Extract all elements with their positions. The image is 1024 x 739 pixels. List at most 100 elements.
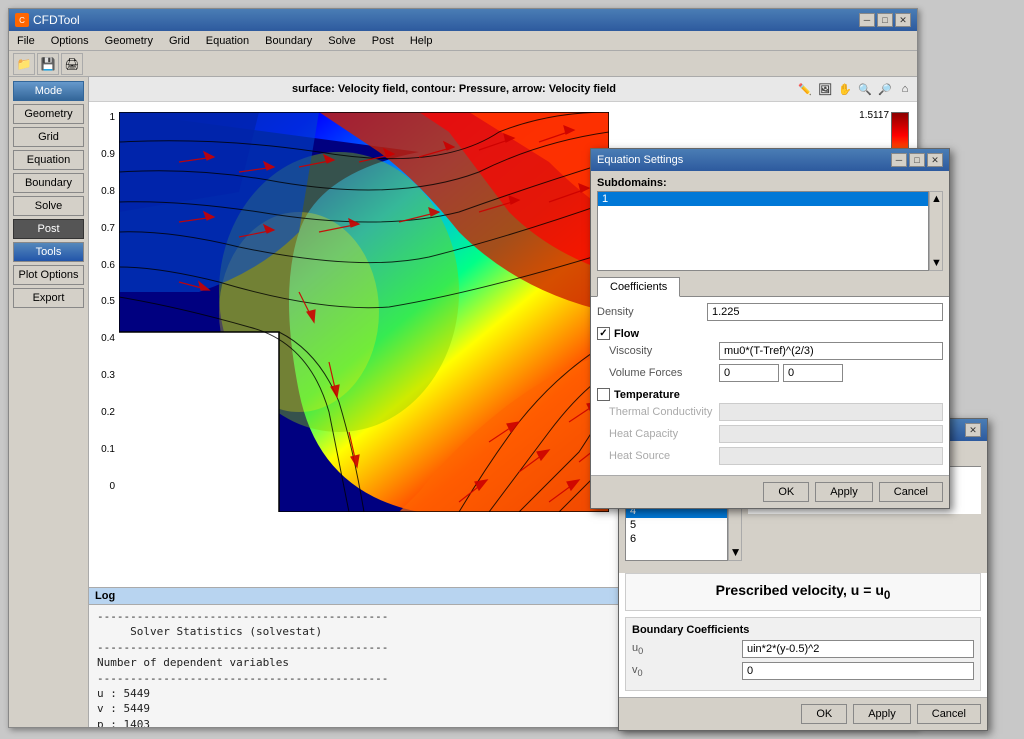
boundary-scroll-down[interactable]: ▼ xyxy=(730,545,740,559)
menu-post[interactable]: Post xyxy=(368,34,398,48)
thermal-conductivity-value xyxy=(719,403,943,421)
boundary-item-6[interactable]: 6 xyxy=(626,532,727,546)
eq-close-button[interactable]: ✕ xyxy=(927,153,943,167)
u0-label: u0 xyxy=(632,642,742,656)
colorbar-max-value: 1.5117 xyxy=(859,110,889,121)
y-label-09: 0.9 xyxy=(89,149,117,160)
density-value[interactable] xyxy=(707,303,943,321)
eq-minimize-button[interactable]: ─ xyxy=(891,153,907,167)
sidebar-post[interactable]: Post xyxy=(13,219,84,239)
toolbar: 📁 💾 🖨 xyxy=(9,51,917,77)
volume-forces-label: Volume Forces xyxy=(609,367,719,379)
y-label-0: 0 xyxy=(89,481,117,492)
subdomains-label: Subdomains: xyxy=(597,177,943,189)
eq-maximize-button[interactable]: □ xyxy=(909,153,925,167)
menu-options[interactable]: Options xyxy=(47,34,93,48)
tab-coefficients[interactable]: Coefficients xyxy=(597,277,680,297)
bc-close-button[interactable]: ✕ xyxy=(965,423,981,437)
viscosity-row: Viscosity xyxy=(597,342,943,360)
temperature-label: Temperature xyxy=(614,389,680,401)
main-titlebar: C CFDTool ─ □ ✕ xyxy=(9,9,917,31)
flow-label: Flow xyxy=(614,328,639,340)
bc-apply-button[interactable]: Apply xyxy=(853,704,911,724)
boundary-coefficients-section: Boundary Coefficients u0 v0 xyxy=(625,617,981,691)
volume-forces-row: Volume Forces xyxy=(597,364,943,382)
temperature-checkbox[interactable] xyxy=(597,388,610,401)
plot-svg-container: 0 0.2 0.4 0.6 0.8 1 xyxy=(119,112,609,512)
sidebar-solve[interactable]: Solve xyxy=(13,196,84,216)
sidebar-boundary[interactable]: Boundary xyxy=(13,173,84,193)
sidebar-geometry[interactable]: Geometry xyxy=(13,104,84,124)
menu-file[interactable]: File xyxy=(13,34,39,48)
toolbar-open[interactable]: 📁 xyxy=(13,53,35,75)
plot-icon-pan[interactable]: ✋ xyxy=(836,80,854,98)
plot-titlebar: surface: Velocity field, contour: Pressu… xyxy=(89,77,917,102)
main-title: CFDTool xyxy=(33,13,80,27)
heat-capacity-value xyxy=(719,425,943,443)
toolbar-save[interactable]: 💾 xyxy=(37,53,59,75)
plot-icon-save[interactable]: 🖼 xyxy=(816,80,834,98)
minimize-button[interactable]: ─ xyxy=(859,13,875,27)
prescribed-velocity-text: Prescribed velocity, u = u0 xyxy=(716,582,891,598)
volume-forces-x[interactable] xyxy=(719,364,779,382)
plot-icon-zoom-in[interactable]: 🔍 xyxy=(856,80,874,98)
v0-label: v0 xyxy=(632,664,742,678)
heat-source-value xyxy=(719,447,943,465)
subdomain-item-1[interactable]: 1 xyxy=(598,192,928,206)
plot-icon-edit[interactable]: ✏️ xyxy=(796,80,814,98)
equation-settings-dialog: Equation Settings ─ □ ✕ Subdomains: 1 ▲ … xyxy=(590,148,950,509)
sidebar-mode[interactable]: Mode xyxy=(13,81,84,101)
sidebar-equation[interactable]: Equation xyxy=(13,150,84,170)
viscosity-value[interactable] xyxy=(719,342,943,360)
sidebar-plot-options[interactable]: Plot Options xyxy=(13,265,84,285)
y-label-01: 0.1 xyxy=(89,444,117,455)
heat-capacity-label: Heat Capacity xyxy=(609,428,719,440)
v0-value[interactable] xyxy=(742,662,974,680)
y-axis-labels: 1 0.9 0.8 0.7 0.6 0.5 0.4 0.3 0.2 0.1 0 xyxy=(89,112,117,492)
toolbar-print[interactable]: 🖨 xyxy=(61,53,83,75)
heat-source-row: Heat Source xyxy=(597,447,943,465)
y-label-02: 0.2 xyxy=(89,407,117,418)
eq-apply-button[interactable]: Apply xyxy=(815,482,873,502)
bc-cancel-button[interactable]: Cancel xyxy=(917,704,981,724)
menu-boundary[interactable]: Boundary xyxy=(261,34,316,48)
eq-cancel-button[interactable]: Cancel xyxy=(879,482,943,502)
sidebar-export[interactable]: Export xyxy=(13,288,84,308)
menubar: File Options Geometry Grid Equation Boun… xyxy=(9,31,917,51)
y-label-03: 0.3 xyxy=(89,370,117,381)
menu-grid[interactable]: Grid xyxy=(165,34,194,48)
menu-help[interactable]: Help xyxy=(406,34,437,48)
subdomains-list[interactable]: 1 xyxy=(597,191,929,271)
subdomain-scroll-down[interactable]: ▼ xyxy=(931,257,941,269)
sidebar-tools[interactable]: Tools xyxy=(13,242,84,262)
heat-capacity-row: Heat Capacity xyxy=(597,425,943,443)
volume-forces-y[interactable] xyxy=(783,364,843,382)
subdomain-scroll-up[interactable]: ▲ xyxy=(931,193,941,205)
thermal-conductivity-label: Thermal Conductivity xyxy=(609,406,719,418)
thermal-conductivity-row: Thermal Conductivity xyxy=(597,403,943,421)
prescribed-velocity-section: Prescribed velocity, u = u0 Boundary Coe… xyxy=(619,573,987,697)
menu-solve[interactable]: Solve xyxy=(324,34,360,48)
eq-tab-bar: Coefficients xyxy=(591,277,949,297)
equation-dialog-title: Equation Settings xyxy=(597,154,683,166)
u0-value[interactable] xyxy=(742,640,974,658)
menu-geometry[interactable]: Geometry xyxy=(101,34,157,48)
bc-ok-button[interactable]: OK xyxy=(801,704,847,724)
v0-row: v0 xyxy=(632,662,974,680)
menu-equation[interactable]: Equation xyxy=(202,34,253,48)
flow-section-header: ✓ Flow xyxy=(597,325,943,342)
eq-dialog-buttons: OK Apply Cancel xyxy=(591,475,949,508)
boundary-coeffs-title: Boundary Coefficients xyxy=(632,624,974,636)
plot-icon-home[interactable]: ⌂ xyxy=(896,80,914,98)
temperature-section-header: Temperature xyxy=(597,386,943,403)
sidebar-grid[interactable]: Grid xyxy=(13,127,84,147)
boundary-item-5[interactable]: 5 xyxy=(626,518,727,532)
sidebar: Mode Geometry Grid Equation Boundary Sol… xyxy=(9,77,89,727)
plot-icon-zoom-out[interactable]: 🔎 xyxy=(876,80,894,98)
bc-dialog-buttons: OK Apply Cancel xyxy=(619,697,987,730)
flow-checkbox[interactable]: ✓ xyxy=(597,327,610,340)
maximize-button[interactable]: □ xyxy=(877,13,893,27)
eq-ok-button[interactable]: OK xyxy=(763,482,809,502)
app-icon: C xyxy=(15,13,29,27)
close-button[interactable]: ✕ xyxy=(895,13,911,27)
